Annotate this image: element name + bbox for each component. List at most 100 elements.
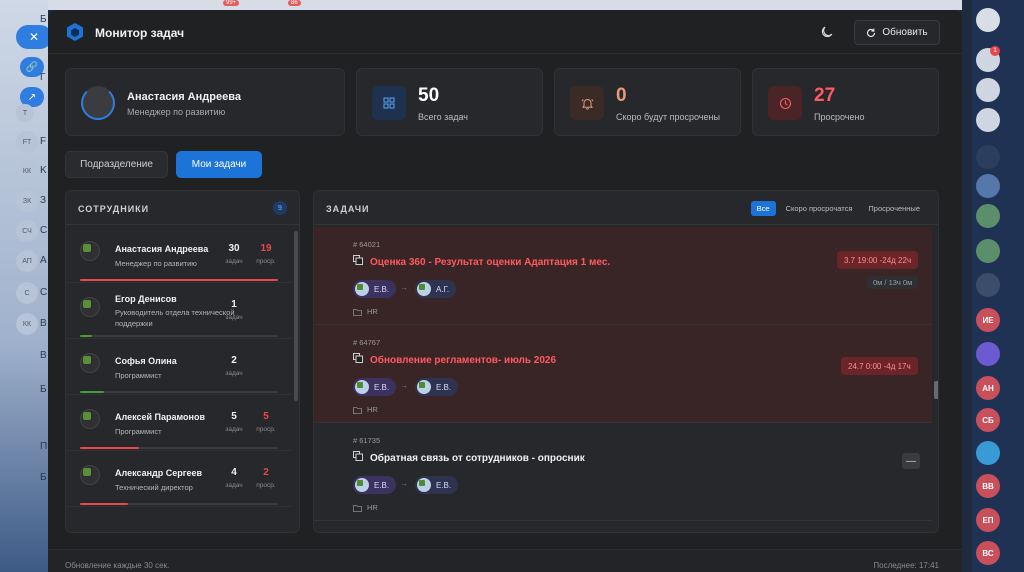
bg-label: F: [40, 136, 47, 147]
refresh-icon: [867, 28, 876, 37]
tab-my-tasks[interactable]: Мои задачи: [176, 151, 262, 178]
filter-soon-overdue[interactable]: Скоро просрочатся: [780, 201, 859, 216]
task-author-chip: Е.В.: [353, 476, 397, 494]
tasks-panel: ЗАДАЧИ Все Скоро просрочатся Просроченны…: [313, 190, 939, 533]
employees-panel-title: СОТРУДНИКИ: [78, 204, 150, 214]
avatar: [81, 86, 115, 120]
rail-item[interactable]: [976, 145, 1000, 169]
stat-card-overdue[interactable]: 27 Просрочено: [752, 68, 939, 136]
employee-overdue-label: проср.: [256, 258, 276, 265]
link-icon: 🔗: [25, 61, 39, 73]
last-updated-text: Последнее: 17:41: [873, 561, 939, 570]
avatar: [80, 353, 100, 373]
task-row[interactable]: # 64021 Оценка 360 - Результат оценки Ада…: [314, 227, 932, 325]
background-gap: [962, 0, 972, 572]
employee-row[interactable]: Алексей Парамонов Программист 5 задач 5 проср…: [66, 395, 292, 451]
employee-row[interactable]: Софья Олина Программист 2 задач: [66, 339, 292, 395]
filter-overdue[interactable]: Просроченные: [862, 201, 926, 216]
rail-item[interactable]: [976, 108, 1000, 132]
task-title[interactable]: Обновление регламентов- июль 2026: [370, 355, 556, 366]
bg-badge: 86: [288, 0, 301, 6]
arrow-right-icon: →: [400, 381, 408, 390]
clock-icon: [768, 86, 802, 120]
external-link-icon: ↗: [27, 91, 37, 103]
employee-overdue-label: проср.: [256, 482, 276, 489]
task-title[interactable]: Оценка 360 - Результат оценки Адаптация …: [370, 257, 610, 268]
employee-row[interactable]: Анастасия Андреева Менеджер по развитию 30…: [66, 227, 292, 283]
bg-list-item: АП: [16, 250, 38, 272]
task-assignee-chip: А.Г.: [415, 280, 457, 298]
rail-item[interactable]: [976, 273, 1000, 297]
folder-icon: [353, 309, 362, 316]
avatar: [355, 380, 369, 394]
employee-name: Софья Олина: [115, 356, 177, 366]
rail-item[interactable]: СБ: [976, 408, 1000, 432]
rail-item[interactable]: [976, 441, 1000, 465]
bg-label: B: [40, 318, 47, 329]
rail-item[interactable]: ВС: [976, 541, 1000, 565]
task-assignee-chip: Е.В.: [415, 476, 459, 494]
employee-progress-bar: [80, 279, 278, 281]
task-status-button[interactable]: —: [902, 453, 920, 469]
rail-item[interactable]: [976, 8, 1000, 32]
tab-department[interactable]: Подразделение: [65, 151, 168, 178]
rail-item[interactable]: ЕП: [976, 508, 1000, 532]
employee-name: Александр Сергеев: [115, 468, 203, 478]
task-department: HR: [367, 307, 378, 316]
copy-icon[interactable]: [353, 451, 363, 461]
employee-progress-fill: [80, 503, 128, 505]
stat-card-total[interactable]: 50 Всего задач: [356, 68, 543, 136]
folder-icon: [353, 407, 362, 414]
bg-label: K: [40, 165, 47, 176]
bg-list-item: С: [16, 282, 38, 304]
rail-item[interactable]: ИЕ: [976, 308, 1000, 332]
background-topbar: 99+ 86: [48, 0, 962, 10]
employee-progress-bar: [80, 503, 278, 505]
rail-item[interactable]: [976, 78, 1000, 102]
avatar: [417, 478, 431, 492]
rail-item[interactable]: [976, 342, 1000, 366]
employee-task-label: задач: [225, 314, 243, 321]
employees-scrollbar[interactable]: [294, 231, 298, 401]
bg-list-item: FT: [16, 131, 38, 153]
task-row[interactable]: # 61735 Обратная связь от сотрудников - о…: [314, 423, 932, 521]
employee-row[interactable]: Егор Денисов Руководитель отдела техничес…: [66, 283, 292, 339]
employee-overdue-count: 19: [260, 243, 272, 254]
stat-card-soon-overdue[interactable]: 0 Скоро будут просрочены: [554, 68, 741, 136]
rail-item[interactable]: [976, 174, 1000, 198]
rail-item[interactable]: [976, 204, 1000, 228]
bg-label: З: [40, 195, 47, 206]
avatar: [80, 297, 100, 317]
rail-item[interactable]: [976, 239, 1000, 263]
task-title[interactable]: Обратная связь от сотрудников - опросник: [370, 453, 585, 464]
background-sidebar: ✕ 🔗 ↗ T FT КК ЗК СЧ АП С КК Б Г F K З C …: [0, 0, 52, 572]
stat-value: 27: [814, 85, 836, 106]
modal-header: Монитор задач Обновить: [48, 10, 962, 54]
employee-task-label: задач: [225, 482, 243, 489]
close-panel-button[interactable]: ✕: [16, 25, 52, 49]
page-title: Монитор задач: [95, 26, 185, 40]
employee-progress-fill: [80, 391, 104, 393]
copy-icon[interactable]: [353, 255, 363, 265]
rail-item[interactable]: АН: [976, 376, 1000, 400]
task-department: HR: [367, 405, 378, 414]
employee-overdue-label: проср.: [256, 426, 276, 433]
task-due-badge: 3.7 19:00 -24д 22ч: [837, 251, 919, 269]
avatar: [80, 409, 100, 429]
filter-all[interactable]: Все: [750, 201, 776, 216]
task-due-badge: 24.7 0:00 -4д 17ч: [841, 357, 918, 375]
employee-row[interactable]: Александр Сергеев Технический директор 4 за…: [66, 451, 292, 507]
task-row[interactable]: # 64767 Обновление регламентов- июль 2026…: [314, 325, 932, 423]
copy-icon[interactable]: [353, 353, 363, 363]
profile-card: Анастасия Андреева Менеджер по развитию: [65, 68, 345, 136]
tasks-scrollbar[interactable]: [934, 381, 938, 399]
task-id: # 61735: [353, 436, 381, 445]
bg-list-item: СЧ: [16, 220, 38, 242]
employee-name: Анастасия Андреева: [115, 244, 209, 254]
employees-panel: СОТРУДНИКИ 9 Анастасия Андреева Менеджер …: [65, 190, 300, 533]
rail-item[interactable]: ВВ: [976, 474, 1000, 498]
moon-icon[interactable]: [820, 25, 834, 39]
refresh-button[interactable]: Обновить: [854, 20, 940, 45]
bg-label: Б: [40, 14, 47, 25]
stat-label: Скоро будут просрочены: [616, 112, 720, 122]
